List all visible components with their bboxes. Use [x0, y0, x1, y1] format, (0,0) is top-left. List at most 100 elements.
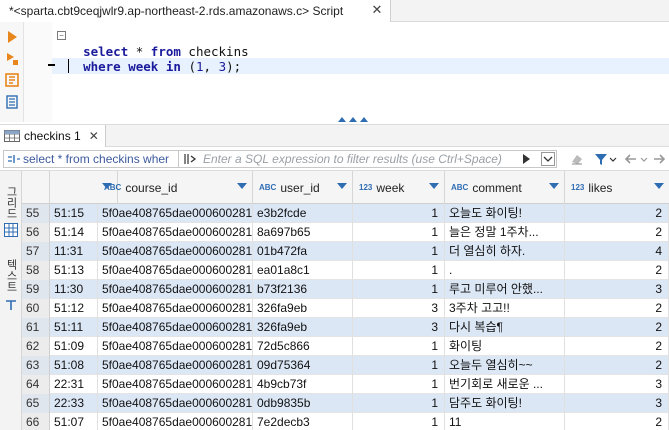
cell-week[interactable]: 1 — [353, 375, 445, 394]
table-row[interactable]: 66 51:07 5f0ae408765dae0006002816 7e2decb3 1… — [22, 413, 669, 430]
cell-created-at[interactable]: 11:31 — [50, 242, 98, 261]
cell-likes[interactable]: 2 — [565, 318, 669, 337]
cell-comment[interactable]: 11 — [445, 413, 565, 430]
cell-created-at[interactable]: 51:08 — [50, 356, 98, 375]
chevron-down-icon[interactable] — [640, 152, 648, 166]
cell-created-at[interactable]: 51:13 — [50, 261, 98, 280]
table-row[interactable]: 55 51:15 5f0ae408765dae0006002816 e3b2fcde 1… — [22, 204, 669, 223]
row-number[interactable]: 55 — [22, 204, 50, 223]
cell-likes[interactable]: 2 — [565, 356, 669, 375]
cell-likes[interactable]: 4 — [565, 242, 669, 261]
cell-user-id[interactable]: 0db9835b — [253, 394, 353, 413]
apply-filter-icon[interactable] — [519, 152, 533, 166]
row-number[interactable]: 58 — [22, 261, 50, 280]
cell-course-id[interactable]: 5f0ae408765dae0006002817 — [98, 242, 253, 261]
column-header-course-id[interactable]: ABC course_id — [98, 171, 253, 204]
cell-comment[interactable]: 담주도 화이팅! — [445, 394, 565, 413]
cell-created-at[interactable]: 22:33 — [50, 394, 98, 413]
cell-course-id[interactable]: 5f0ae408765dae0006002816 — [98, 204, 253, 223]
row-number[interactable]: 56 — [22, 223, 50, 242]
column-header-user-id[interactable]: ABC user_id — [253, 171, 353, 204]
clear-filter-icon[interactable] — [570, 152, 584, 166]
row-number[interactable]: 60 — [22, 299, 50, 318]
cell-comment[interactable]: 다시 복습¶ — [445, 318, 565, 337]
cell-course-id[interactable]: 5f0ae408765dae0006002816 — [98, 223, 253, 242]
cell-course-id[interactable]: 5f0ae408765dae0006002816 — [98, 413, 253, 430]
cell-week[interactable]: 1 — [353, 413, 445, 430]
table-row[interactable]: 59 11:30 5f0ae408765dae0006002817 b73f2136 1… — [22, 280, 669, 299]
cell-likes[interactable]: 2 — [565, 413, 669, 430]
column-header-week[interactable]: 123 week — [353, 171, 445, 204]
cell-week[interactable]: 1 — [353, 261, 445, 280]
cell-comment[interactable]: 늘은 정말 1주차... — [445, 223, 565, 242]
cell-created-at[interactable]: 51:12 — [50, 299, 98, 318]
cell-likes[interactable]: 2 — [565, 223, 669, 242]
close-icon[interactable]: ✕ — [369, 2, 385, 18]
output-log-icon[interactable] — [5, 95, 19, 109]
cell-course-id[interactable]: 5f0ae408765dae0006002816 — [98, 299, 253, 318]
explain-plan-icon[interactable] — [5, 73, 19, 87]
column-header-comment[interactable]: ABC comment — [445, 171, 565, 204]
cell-course-id[interactable]: 5f0ae408765dae0006002817 — [98, 280, 253, 299]
code-line-2[interactable]: where week in (1, 3); — [68, 43, 241, 75]
cell-course-id[interactable]: 5f0ae408765dae0006002816 — [98, 318, 253, 337]
cell-created-at[interactable]: 11:30 — [50, 280, 98, 299]
cell-likes[interactable]: 2 — [565, 337, 669, 356]
row-number[interactable]: 61 — [22, 318, 50, 337]
row-number[interactable]: 65 — [22, 394, 50, 413]
cell-course-id[interactable]: 5f0ae408765dae0006002817 — [98, 394, 253, 413]
filter-funnel-icon[interactable] — [594, 152, 608, 166]
cell-course-id[interactable]: 5f0ae408765dae0006002816 — [98, 261, 253, 280]
tab-text-view[interactable]: 텍스트 — [2, 255, 20, 295]
cell-user-id[interactable]: 09d75364 — [253, 356, 353, 375]
table-row[interactable]: 64 22:31 5f0ae408765dae0006002817 4b9cb73f 1… — [22, 375, 669, 394]
panel-splitter[interactable] — [0, 112, 669, 124]
table-row[interactable]: 57 11:31 5f0ae408765dae0006002817 01b472fa 1… — [22, 242, 669, 261]
row-number[interactable]: 62 — [22, 337, 50, 356]
close-icon[interactable]: ✕ — [89, 129, 99, 143]
cell-week[interactable]: 1 — [353, 280, 445, 299]
cell-comment[interactable]: 번기회로 새로운 ... — [445, 375, 565, 394]
collapse-arrows-icon[interactable] — [336, 115, 372, 123]
table-row[interactable]: 63 51:08 5f0ae408765dae0006002816 09d75364 1… — [22, 356, 669, 375]
cell-course-id[interactable]: 5f0ae408765dae0006002817 — [98, 375, 253, 394]
sort-icon[interactable] — [549, 183, 559, 189]
filter-history-icon[interactable] — [541, 152, 555, 166]
cell-week[interactable]: 3 — [353, 299, 445, 318]
column-filter-icon[interactable] — [183, 152, 197, 166]
sort-icon[interactable] — [429, 183, 439, 189]
tab-grid-view[interactable]: 그리드 — [2, 185, 20, 219]
cell-comment[interactable]: 오늘도 화이팅! — [445, 204, 565, 223]
row-number[interactable]: 59 — [22, 280, 50, 299]
cell-created-at[interactable]: 51:15 — [50, 204, 98, 223]
grid-icon[interactable] — [4, 223, 18, 237]
cell-comment[interactable]: 3주차 고고!! — [445, 299, 565, 318]
cell-likes[interactable]: 2 — [565, 299, 669, 318]
cell-likes[interactable]: 3 — [565, 375, 669, 394]
table-row[interactable]: 61 51:11 5f0ae408765dae0006002816 326fa9eb 3… — [22, 318, 669, 337]
query-text-field[interactable]: select * from checkins wher — [3, 150, 179, 168]
column-header-likes[interactable]: 123 likes — [565, 171, 669, 204]
filter-input[interactable]: Enter a SQL expression to filter results… — [179, 150, 557, 168]
cell-user-id[interactable]: b73f2136 — [253, 280, 353, 299]
cell-user-id[interactable]: 326fa9eb — [253, 318, 353, 337]
table-row[interactable]: 65 22:33 5f0ae408765dae0006002817 0db9835b 1… — [22, 394, 669, 413]
cell-comment[interactable]: 화이팅 — [445, 337, 565, 356]
cell-week[interactable]: 1 — [353, 223, 445, 242]
cell-created-at[interactable]: 22:31 — [50, 375, 98, 394]
sort-icon[interactable] — [654, 183, 664, 189]
cell-likes[interactable]: 3 — [565, 280, 669, 299]
execute-statement-icon[interactable] — [5, 30, 19, 44]
cell-likes[interactable]: 2 — [565, 261, 669, 280]
row-number[interactable]: 66 — [22, 413, 50, 430]
cell-week[interactable]: 1 — [353, 394, 445, 413]
cell-comment[interactable]: 루고 미루어 안했... — [445, 280, 565, 299]
cell-likes[interactable]: 2 — [565, 204, 669, 223]
editor-tab-script[interactable]: *<sparta.cbt9ceqjwlr9.ap-northeast-2.rds… — [0, 0, 391, 22]
cell-week[interactable]: 1 — [353, 204, 445, 223]
cell-week[interactable]: 1 — [353, 242, 445, 261]
cell-created-at[interactable]: 51:07 — [50, 413, 98, 430]
cell-likes[interactable]: 3 — [565, 394, 669, 413]
cell-created-at[interactable]: 51:11 — [50, 318, 98, 337]
row-number[interactable]: 63 — [22, 356, 50, 375]
